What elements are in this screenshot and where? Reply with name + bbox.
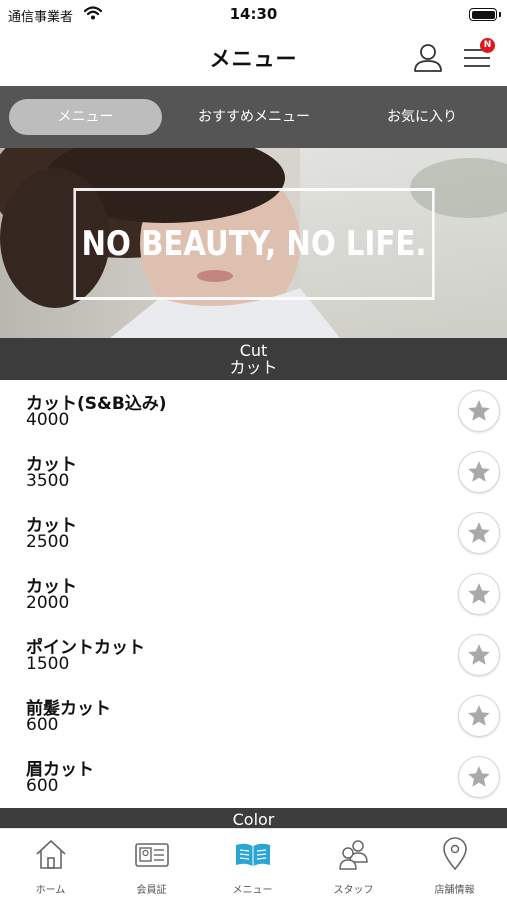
nav-staff[interactable]: スタッフ — [303, 829, 404, 900]
nav-label: メニュー — [232, 885, 273, 896]
list-item[interactable]: カット 2000 — [0, 563, 507, 624]
staff-icon — [339, 840, 368, 870]
tab-menu[interactable]: メニュー — [9, 99, 162, 135]
item-price: 4000 — [26, 410, 70, 430]
favorite-button[interactable] — [458, 695, 500, 737]
favorite-button[interactable] — [458, 512, 500, 554]
item-price: 2500 — [26, 532, 70, 552]
drawer-menu-button[interactable]: N — [460, 38, 496, 76]
category-tabs: メニュー おすすめメニュー お気に入り — [0, 86, 507, 148]
account-button[interactable] — [410, 40, 446, 76]
section-header-color: Color — [0, 808, 507, 828]
home-icon — [36, 840, 66, 869]
item-price: 600 — [26, 776, 59, 796]
bottom-nav: ホーム 会員証 メニュー スタッフ 店舗情報 — [0, 828, 507, 900]
list-item[interactable]: 前髪カット 600 — [0, 685, 507, 746]
item-price: 600 — [26, 715, 59, 735]
item-price: 1500 — [26, 654, 70, 674]
battery-icon — [469, 8, 497, 21]
star-icon — [468, 583, 490, 604]
nav-label: 会員証 — [136, 885, 167, 896]
list-item[interactable]: 眉カット 600 — [0, 746, 507, 807]
nav-home[interactable]: ホーム — [0, 829, 101, 900]
tab-favorites[interactable]: お気に入り — [346, 99, 498, 135]
nav-member-card[interactable]: 会員証 — [101, 829, 202, 900]
item-price: 2000 — [26, 593, 70, 613]
nav-label: 店舗情報 — [434, 885, 475, 896]
section-title-en: Cut — [239, 341, 268, 360]
favorite-button[interactable] — [458, 756, 500, 798]
list-item[interactable]: ポイントカット 1500 — [0, 624, 507, 685]
section-title-ja: カット — [229, 358, 278, 377]
promo-banner: NO BEAUTY, NO LIFE. — [0, 148, 507, 338]
status-time: 14:30 — [229, 5, 278, 23]
notification-badge: N — [480, 38, 495, 53]
list-item[interactable]: カット 3500 — [0, 441, 507, 502]
section-title-en: Color — [232, 810, 275, 829]
user-icon — [414, 44, 442, 72]
star-icon — [468, 522, 490, 543]
nav-menu[interactable]: メニュー — [202, 829, 303, 900]
list-item[interactable]: カット 2500 — [0, 502, 507, 563]
favorite-button[interactable] — [458, 573, 500, 615]
favorite-button[interactable] — [458, 390, 500, 432]
member-card-icon — [135, 843, 169, 867]
tab-recommended-menu[interactable]: おすすめメニュー — [176, 99, 332, 135]
nav-label: ホーム — [35, 885, 66, 896]
status-bar: 通信事業者 14:30 — [0, 0, 507, 30]
star-icon — [468, 461, 490, 482]
location-pin-icon — [443, 837, 467, 871]
nav-label: スタッフ — [333, 885, 374, 896]
item-price: 3500 — [26, 471, 70, 491]
favorite-button[interactable] — [458, 451, 500, 493]
menu-list: カット(S&B込み) 4000 カット 3500 カット 2500 カット 20… — [0, 380, 507, 807]
star-icon — [468, 400, 490, 421]
battery-tip — [499, 12, 501, 17]
star-icon — [468, 766, 490, 787]
app-header: メニュー N — [0, 30, 507, 86]
section-header-cut: Cut カット — [0, 338, 507, 380]
nav-shop-info[interactable]: 店舗情報 — [404, 829, 505, 900]
star-icon — [468, 644, 490, 665]
star-icon — [468, 705, 490, 726]
favorite-button[interactable] — [458, 634, 500, 676]
book-icon — [236, 843, 270, 866]
list-item[interactable]: カット(S&B込み) 4000 — [0, 380, 507, 441]
banner-slogan: NO BEAUTY, NO LIFE. — [73, 188, 435, 300]
